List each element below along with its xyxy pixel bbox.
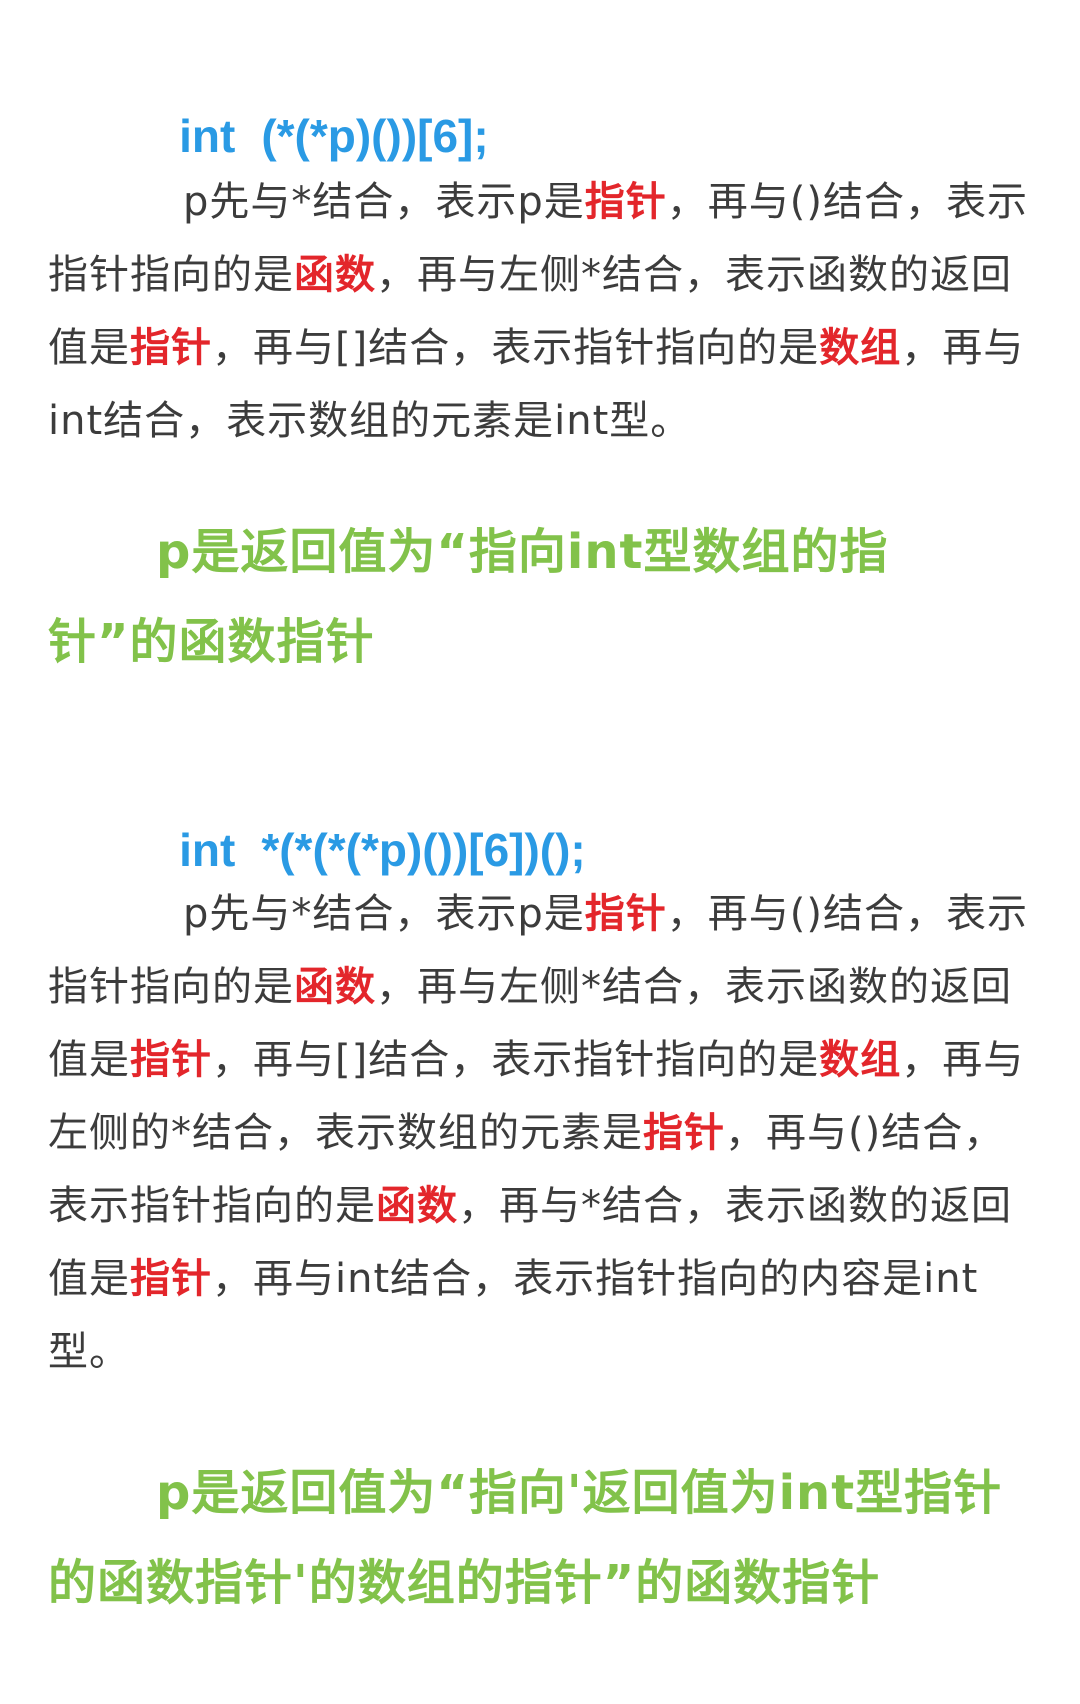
explanation-text: ，再与[]结合，表示指针指向的是 [212,325,820,371]
highlight-term: 指针 [584,179,667,225]
summary-1: p是返回值为“指向int型数组的指针”的函数指针 [48,524,889,670]
summary-2: p是返回值为“指向'返回值为int型指针的函数指针'的数组的指针”的函数指针 [48,1465,1003,1611]
explanation-text: ，再与[]结合，表示指针指向的是 [212,1037,820,1083]
highlight-term: 函数 [294,964,376,1010]
highlight-term: 指针 [130,1256,212,1302]
highlight-term: 数组 [819,1037,902,1083]
explanation-text: p先与*结合，表示p是 [183,891,585,937]
highlight-term: 指针 [643,1110,725,1156]
highlight-term: 指针 [130,1037,212,1083]
highlight-term: 指针 [130,325,212,371]
code-type-keyword: int [179,110,236,162]
highlight-term: 函数 [294,252,376,298]
code-declarator: *(*(*(*p)())[6])(); [261,824,586,876]
highlight-term: 数组 [819,325,902,371]
code-declarator: (*(*p)())[6]; [261,110,489,162]
code-type-keyword: int [179,824,236,876]
explanation-paragraph-1: p先与*结合，表示p是指针，再与()结合，表示指针指向的是函数，再与左侧*结合，… [48,166,1038,458]
explanation-paragraph-2: p先与*结合，表示p是指针，再与()结合，表示指针指向的是函数，再与左侧*结合，… [48,878,1038,1389]
highlight-term: 函数 [376,1183,458,1229]
explanation-text: p先与*结合，表示p是 [183,179,585,225]
highlight-term: 指针 [584,891,667,937]
article-page: int (*(*p)())[6]; p先与*结合，表示p是指针，再与()结合，表示… [0,0,1080,1704]
